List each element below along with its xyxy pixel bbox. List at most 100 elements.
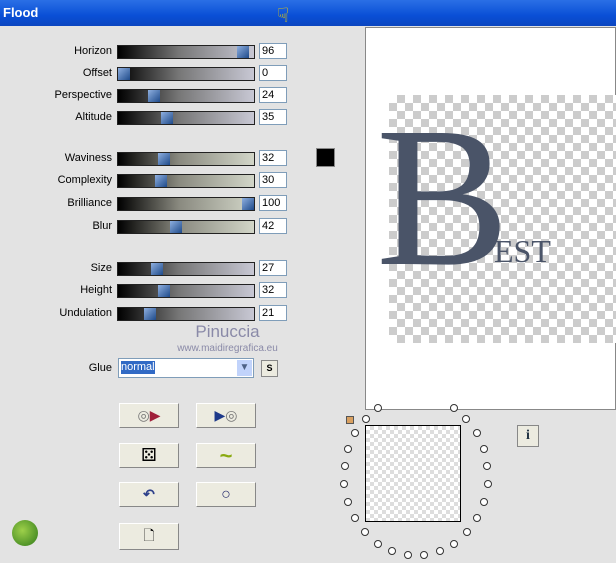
slider-thumb[interactable] <box>157 153 170 165</box>
watermark-name: Pinuccia <box>195 322 260 341</box>
pointing-hand-icon: ☟ <box>277 5 290 27</box>
slider-thumb[interactable] <box>118 68 130 80</box>
rotation-dot[interactable] <box>340 480 349 489</box>
param-label: Waviness <box>64 152 112 164</box>
param-value-input[interactable]: 100 <box>259 195 287 211</box>
glue-select[interactable]: normal ▼ <box>118 358 254 378</box>
randomize-button[interactable]: ⚄ <box>119 443 179 468</box>
rotation-dot[interactable] <box>351 428 360 437</box>
rotation-dot[interactable] <box>360 528 369 537</box>
rotation-dot[interactable] <box>403 551 412 560</box>
rotation-dot[interactable] <box>449 403 458 412</box>
param-label: Horizon <box>74 45 112 57</box>
rotation-dot[interactable] <box>388 547 397 556</box>
preview-panel: B EST <box>365 27 616 410</box>
copy-icon: 🗋 <box>143 526 155 543</box>
param-value-input[interactable]: 32 <box>259 150 287 166</box>
chevron-down-icon[interactable]: ▼ <box>237 360 252 376</box>
param-value-input[interactable]: 27 <box>259 260 287 276</box>
rotation-dot[interactable] <box>462 414 471 423</box>
rotation-dot[interactable] <box>480 498 489 507</box>
rotation-dot[interactable] <box>373 539 382 548</box>
param-value-input[interactable]: 32 <box>259 282 287 298</box>
rotation-dot[interactable] <box>483 462 492 471</box>
rotation-dot[interactable] <box>344 444 353 453</box>
glue-value: normal <box>121 361 155 374</box>
preview-suffix: EST <box>494 233 551 269</box>
param-value-input[interactable]: 30 <box>259 172 287 188</box>
rotation-dot[interactable] <box>483 480 492 489</box>
param-slider[interactable] <box>117 89 255 103</box>
dice-icon: ⚄ <box>141 445 157 465</box>
rotation-dot[interactable] <box>350 514 359 523</box>
wave-icon: ~ <box>219 442 233 468</box>
rotation-dot[interactable] <box>473 514 482 523</box>
glue-label: Glue <box>88 362 112 374</box>
param-label: Offset <box>82 67 112 79</box>
slider-thumb[interactable] <box>151 263 164 275</box>
undo-icon: ↶ <box>143 486 155 502</box>
wave-button[interactable]: ~ <box>196 443 256 468</box>
undo-button[interactable]: ↶ <box>119 482 179 507</box>
rotation-dot[interactable] <box>463 528 472 537</box>
s-button[interactable]: S <box>261 360 278 377</box>
slider-thumb[interactable] <box>237 46 250 58</box>
slider-thumb[interactable] <box>147 90 160 102</box>
rotation-dot[interactable] <box>435 547 444 556</box>
param-value-input[interactable]: 24 <box>259 87 287 103</box>
copy-button[interactable]: 🗋 <box>119 523 179 550</box>
param-slider[interactable] <box>117 197 255 211</box>
param-label: Undulation <box>59 307 112 319</box>
param-value-input[interactable]: 0 <box>259 65 287 81</box>
rotation-dot[interactable] <box>374 403 383 412</box>
rotation-dot[interactable] <box>343 498 352 507</box>
param-label: Altitude <box>75 111 112 123</box>
param-label: Height <box>80 284 112 296</box>
slider-thumb[interactable] <box>157 285 170 297</box>
param-value-input[interactable]: 21 <box>259 305 287 321</box>
param-slider[interactable] <box>117 284 255 298</box>
reset-button[interactable]: ○ <box>196 482 256 507</box>
param-slider[interactable] <box>117 45 255 59</box>
disc-arrow-icon: ◎▶ <box>137 407 161 423</box>
param-label: Brilliance <box>67 197 112 209</box>
param-value-input[interactable]: 35 <box>259 109 287 125</box>
handle-marker[interactable] <box>346 416 354 424</box>
load-preset-button[interactable]: ◎▶ <box>119 403 179 428</box>
param-slider[interactable] <box>117 111 255 125</box>
param-slider[interactable] <box>117 262 255 276</box>
slider-thumb[interactable] <box>242 198 254 210</box>
slider-thumb[interactable] <box>161 112 174 124</box>
param-slider[interactable] <box>117 307 255 321</box>
info-button[interactable]: i <box>517 425 539 447</box>
param-slider[interactable] <box>117 174 255 188</box>
slider-thumb[interactable] <box>155 175 168 187</box>
rotation-dot[interactable] <box>472 428 481 437</box>
slider-thumb[interactable] <box>170 221 183 233</box>
param-slider[interactable] <box>117 67 255 81</box>
rotation-dot[interactable] <box>340 462 349 471</box>
ring-icon: ○ <box>221 485 231 503</box>
rotation-dot[interactable] <box>361 414 370 423</box>
param-label: Complexity <box>57 174 112 186</box>
param-slider[interactable] <box>117 152 255 166</box>
rotation-dot[interactable] <box>479 444 488 453</box>
rotation-dot[interactable] <box>420 551 429 560</box>
watermark-url: www.maidiregrafica.eu <box>177 343 278 354</box>
param-label: Blur <box>92 220 112 232</box>
param-label: Perspective <box>54 89 112 101</box>
slider-thumb[interactable] <box>144 308 157 320</box>
plugin-logo <box>12 520 38 546</box>
navigator-preview[interactable] <box>365 425 461 522</box>
param-value-input[interactable]: 96 <box>259 43 287 59</box>
arrow-disc-icon: ▶◎ <box>214 407 238 423</box>
color-swatch[interactable] <box>316 148 335 167</box>
param-value-input[interactable]: 42 <box>259 218 287 234</box>
preview-letter: B <box>376 87 510 308</box>
save-preset-button[interactable]: ▶◎ <box>196 403 256 428</box>
window-title: Flood <box>3 5 39 20</box>
rotation-dot[interactable] <box>450 539 459 548</box>
param-label: Size <box>90 262 112 274</box>
title-bar: Flood <box>0 0 616 26</box>
param-slider[interactable] <box>117 220 255 234</box>
